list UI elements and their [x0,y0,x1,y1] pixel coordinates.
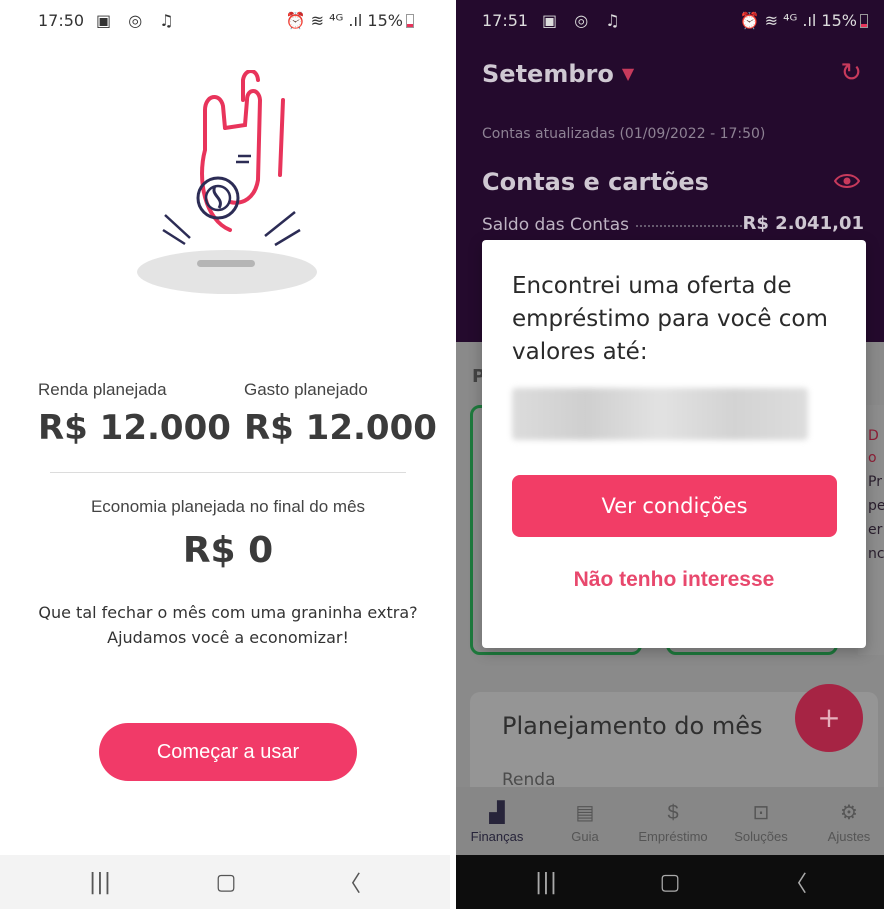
tab-label: Soluções [734,829,788,844]
month-label: Setembro [482,60,614,88]
battery-icon [860,14,868,28]
guide-icon: ▤ [575,802,595,824]
tab-ajustes[interactable]: ⚙ Ajustes [806,787,884,855]
finance-chart-icon: ▟ [489,802,505,824]
add-button[interactable]: + [795,684,863,752]
economia-label: Economia planejada no final do mês [90,497,366,516]
economia-value: R$ 0 [182,530,274,571]
planning-title: Planejamento do mês [502,712,763,740]
finance-screen-with-modal: 17:51 ▣ ◎ ♫ ⏰ ≋ ⁴ᴳ .ıl 15% Setembro ▼ ↻ C… [456,0,884,909]
status-indicators: ⏰ ≋ ⁴ᴳ .ıl 15% [739,11,857,30]
tab-label: Guia [571,829,599,844]
gear-icon: ⚙ [840,802,858,824]
piggy-coin-illustration [137,70,317,294]
partial-text: er [868,522,883,538]
accounts-cards-title: Contas e cartões [482,168,709,196]
recents-button[interactable]: ||| [516,855,576,909]
notification-icons: ▣ ◎ ♫ [542,11,626,30]
gasto-planejado-value: R$ 12.000 [244,408,437,448]
onboarding-screen: 17:50 ▣ ◎ ♫ ⏰ ≋ ⁴ᴳ .ıl 15% Renda planeja… [0,0,450,909]
partial-text: Pr [868,474,882,490]
status-bar: 17:51 ▣ ◎ ♫ ⏰ ≋ ⁴ᴳ .ıl 15% [456,0,884,42]
accounts-updated-text: Contas atualizadas (01/09/2022 - 17:50) [482,126,766,142]
view-conditions-button[interactable]: Ver condições [512,475,837,537]
recents-button[interactable]: ||| [70,855,130,909]
back-button[interactable]: 〈 [766,855,826,909]
chevron-down-icon: ▼ [621,64,635,83]
status-time: 17:50 [38,11,85,30]
back-button[interactable]: 〈 [320,855,380,909]
tab-label: Ajustes [827,829,871,844]
not-interested-button[interactable]: Não tenho interesse [482,568,866,592]
gasto-planejado-label: Gasto planejado [244,380,368,399]
status-right: ⏰ ≋ ⁴ᴳ .ıl 15% [740,11,868,30]
renda-planejada-value: R$ 12.000 [38,408,231,448]
tab-label: Empréstimo [638,829,708,844]
screenshot-pair: 17:50 ▣ ◎ ♫ ⏰ ≋ ⁴ᴳ .ıl 15% Renda planeja… [0,0,884,909]
divider [50,472,406,473]
home-button[interactable]: ▢ [196,855,256,909]
status-right: ⏰ ≋ ⁴ᴳ .ıl 15% [286,11,414,30]
message-line-1: Que tal fechar o mês com uma graninha ex… [38,603,418,622]
tab-financas[interactable]: ▟ Finanças [456,787,540,855]
partial-text: o [868,450,877,466]
saldo-value: R$ 2.041,01 [742,213,864,234]
blurred-amount [512,388,808,440]
partial-text: pe [868,498,884,514]
saldo-label: Saldo das Contas [482,215,629,235]
home-button[interactable]: ▢ [640,855,700,909]
status-bar: 17:50 ▣ ◎ ♫ ⏰ ≋ ⁴ᴳ .ıl 15% [0,0,450,42]
renda-planejada-label: Renda planejada [38,380,167,399]
tab-emprestimo[interactable]: $ Empréstimo [630,787,716,855]
bottom-tab-bar: ▟ Finanças ▤ Guia $ Empréstimo ⊡ Soluçõe… [456,787,884,855]
eye-icon[interactable] [834,172,860,190]
month-selector[interactable]: Setembro ▼ [482,60,634,88]
bag-icon: ⊡ [752,802,770,824]
message-line-2: Ajudamos você a economizar! [107,628,349,647]
partial-text: nc [868,546,884,562]
status-indicators: ⏰ ≋ ⁴ᴳ .ıl 15% [285,11,403,30]
refresh-icon[interactable]: ↻ [840,58,862,88]
loan-hand-icon: $ [667,802,679,824]
start-button[interactable]: Começar a usar [99,723,357,781]
system-nav-bar: ||| ▢ 〈 [0,855,450,909]
tab-guia[interactable]: ▤ Guia [542,787,628,855]
system-nav-bar: ||| ▢ 〈 [456,855,884,909]
dotted-leader [636,225,746,227]
tab-label: Finanças [470,829,524,844]
tab-solucoes[interactable]: ⊡ Soluções [718,787,804,855]
status-time: 17:51 [482,11,529,30]
notification-icons: ▣ ◎ ♫ [96,11,180,30]
partial-text: D [868,428,879,444]
loan-offer-dialog: Encontrei uma oferta de empréstimo para … [482,240,866,648]
battery-icon [406,14,414,28]
dialog-title: Encontrei uma oferta de empréstimo para … [512,273,828,365]
encouragement-message: Que tal fechar o mês com uma graninha ex… [0,600,450,650]
